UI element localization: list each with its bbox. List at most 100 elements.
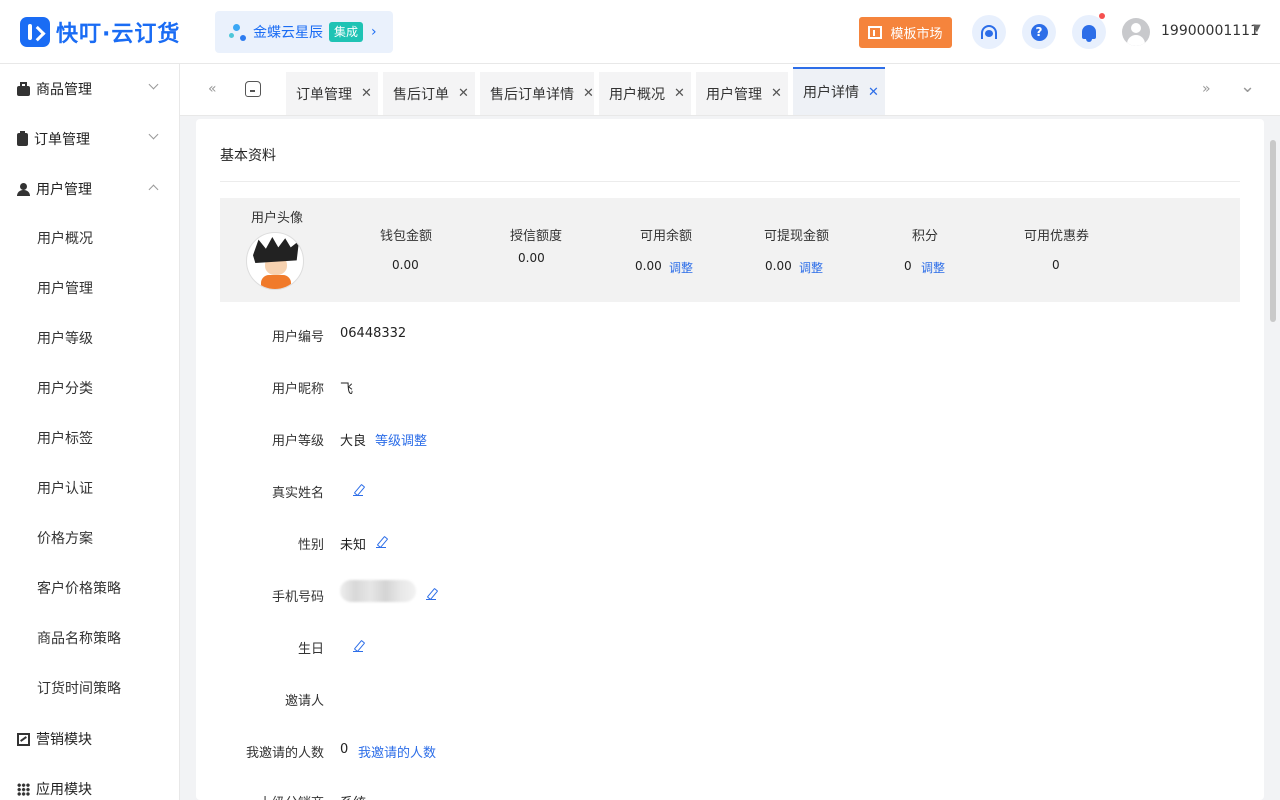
- chevron-down-icon: [148, 79, 159, 90]
- chart-icon: [17, 732, 30, 746]
- close-icon[interactable]: ✕: [458, 86, 469, 101]
- notification-button[interactable]: [1072, 13, 1106, 49]
- bell-icon: [1082, 25, 1096, 42]
- tab-after-sales-order-detail[interactable]: 售后订单详情 ✕: [480, 72, 594, 115]
- edit-pencil-icon[interactable]: [353, 641, 364, 652]
- field-label-invited-count: 我邀请的人数: [245, 746, 324, 761]
- template-icon: [868, 26, 883, 39]
- field-label-user-id: 用户编号: [271, 330, 324, 345]
- customer-service-button[interactable]: [972, 15, 1006, 49]
- edit-pencil-icon[interactable]: [353, 485, 364, 496]
- field-label-parent-distributor: 上级分销商: [196, 792, 324, 800]
- sidebar-item-product-name-strategy[interactable]: 商品名称策略: [0, 613, 179, 663]
- stat-label-withdrawable: 可提现金额: [764, 229, 830, 244]
- field-value-parent-distributor: 系统: [340, 792, 366, 800]
- close-icon[interactable]: ✕: [771, 86, 782, 101]
- adjust-balance-link[interactable]: 调整: [669, 259, 693, 276]
- close-icon[interactable]: ✕: [361, 86, 372, 101]
- field-label-user-level: 用户等级: [271, 434, 324, 449]
- field-value-nickname: 飞: [340, 382, 354, 397]
- bag-icon: [17, 81, 30, 96]
- user-icon: [17, 182, 30, 196]
- field-value-gender: 未知: [340, 538, 367, 553]
- sidebar-group-users[interactable]: 用户管理: [0, 164, 179, 214]
- double-chevron-left-icon[interactable]: «: [208, 81, 217, 97]
- tab-after-sales-orders[interactable]: 售后订单 ✕: [383, 72, 475, 115]
- chevron-down-icon: [148, 129, 159, 140]
- user-avatar-large: [246, 232, 304, 290]
- edit-pencil-icon[interactable]: [426, 589, 437, 600]
- home-icon[interactable]: [245, 81, 261, 97]
- sidebar-item-user-level[interactable]: 用户等级: [0, 313, 179, 363]
- user-avatar[interactable]: [1122, 18, 1150, 46]
- stat-label-coupons: 可用优惠券: [1024, 229, 1090, 244]
- tabs-bar: « 订单管理 ✕ 售后订单 ✕ 售后订单详情 ✕ 用户概况 ✕ 用户管理 ✕ 用户详情 ✕ …: [180, 64, 1280, 116]
- sidebar-item-user-verification[interactable]: 用户认证: [0, 463, 179, 513]
- adjust-points-link[interactable]: 调整: [921, 259, 945, 276]
- stat-label-wallet: 钱包金额: [380, 229, 433, 244]
- tab-label: 订单管理: [296, 86, 352, 103]
- sidebar-item-user-management[interactable]: 用户管理: [0, 263, 179, 313]
- caret-down-icon[interactable]: ▼: [1253, 23, 1261, 34]
- sidebar-group-apps[interactable]: 应用模块: [0, 764, 179, 800]
- sidebar-group-label: 应用模块: [36, 782, 92, 798]
- integration-badge: 集成: [329, 22, 364, 42]
- tab-user-management[interactable]: 用户管理 ✕: [696, 72, 788, 115]
- app-logo[interactable]: 快叮·云订货: [20, 16, 180, 48]
- chevron-down-icon[interactable]: ⌄: [1240, 76, 1255, 97]
- clipboard-icon: [17, 130, 28, 146]
- sidebar-item-user-overview[interactable]: 用户概况: [0, 213, 179, 263]
- adjust-withdrawable-link[interactable]: 调整: [799, 259, 823, 276]
- tab-order-management[interactable]: 订单管理 ✕: [286, 72, 378, 115]
- sidebar-item-order-time-strategy[interactable]: 订货时间策略: [0, 663, 179, 713]
- divider: [220, 181, 1240, 182]
- sidebar-group-marketing[interactable]: 营销模块: [0, 714, 179, 764]
- phone-value-masked: [340, 580, 416, 602]
- user-detail-card: 基本资料 用户头像 钱包金额 0.00 授信额度 0.00 可用余额 0.00 …: [196, 119, 1264, 800]
- double-chevron-right-icon[interactable]: »: [1202, 81, 1211, 97]
- help-button[interactable]: ?: [1022, 15, 1056, 49]
- template-market-button[interactable]: 模板市场: [859, 17, 952, 48]
- close-icon[interactable]: ✕: [674, 86, 685, 101]
- page-scrollbar[interactable]: [1270, 140, 1276, 322]
- field-label-real-name: 真实姓名: [271, 486, 324, 501]
- field-value-invited-count: 0: [340, 742, 349, 757]
- top-header: 快叮·云订货 金蝶云星辰 集成 › 模板市场 ? 19900001111 ▼: [0, 0, 1280, 64]
- stat-value-wallet: 0.00: [392, 258, 419, 272]
- sidebar: 商品管理 订单管理 用户管理 用户概况 用户管理 用户等级 用户分类 用户标签 …: [0, 64, 180, 800]
- sidebar-group-orders[interactable]: 订单管理: [0, 114, 179, 164]
- stat-value-available-balance: 0.00: [635, 259, 662, 273]
- user-phone[interactable]: 19900001111: [1161, 23, 1259, 39]
- edit-pencil-icon[interactable]: [376, 537, 387, 548]
- chevron-right-icon: ›: [371, 24, 377, 40]
- chevron-up-icon: [148, 184, 159, 195]
- sidebar-group-products[interactable]: 商品管理: [0, 64, 179, 114]
- brand-name: 金蝶云星辰: [253, 25, 323, 41]
- sidebar-item-customer-price-strategy[interactable]: 客户价格策略: [0, 563, 179, 613]
- tab-label: 用户概况: [609, 86, 665, 103]
- account-stats-panel: 用户头像 钱包金额 0.00 授信额度 0.00 可用余额 0.00 调整 可提…: [220, 198, 1240, 302]
- logo-icon: [20, 17, 50, 47]
- stat-value-coupons: 0: [1052, 258, 1060, 272]
- field-value-user-level: 大良: [340, 434, 367, 449]
- close-icon[interactable]: ✕: [583, 86, 594, 101]
- grid-icon: [17, 782, 30, 796]
- invited-users-link[interactable]: 我邀请的人数: [358, 742, 436, 761]
- sidebar-item-price-plan[interactable]: 价格方案: [0, 513, 179, 563]
- sidebar-item-user-tags[interactable]: 用户标签: [0, 413, 179, 463]
- logo-text: 快叮·云订货: [56, 22, 181, 47]
- help-icon: ?: [1030, 23, 1048, 41]
- sidebar-group-label: 商品管理: [36, 82, 92, 98]
- sidebar-group-label: 订单管理: [34, 132, 90, 148]
- field-label-birthday: 生日: [297, 642, 324, 657]
- tab-label: 售后订单: [393, 86, 449, 103]
- adjust-level-link[interactable]: 等级调整: [375, 430, 427, 449]
- stat-value-withdrawable: 0.00: [765, 259, 792, 273]
- close-icon[interactable]: ✕: [868, 85, 879, 100]
- tab-label: 售后订单详情: [490, 86, 574, 103]
- headset-icon: [981, 25, 997, 39]
- sidebar-item-user-category[interactable]: 用户分类: [0, 363, 179, 413]
- kingdee-integration-chip[interactable]: 金蝶云星辰 集成 ›: [215, 11, 393, 53]
- tab-user-overview[interactable]: 用户概况 ✕: [599, 72, 691, 115]
- tab-user-detail[interactable]: 用户详情 ✕: [793, 67, 885, 115]
